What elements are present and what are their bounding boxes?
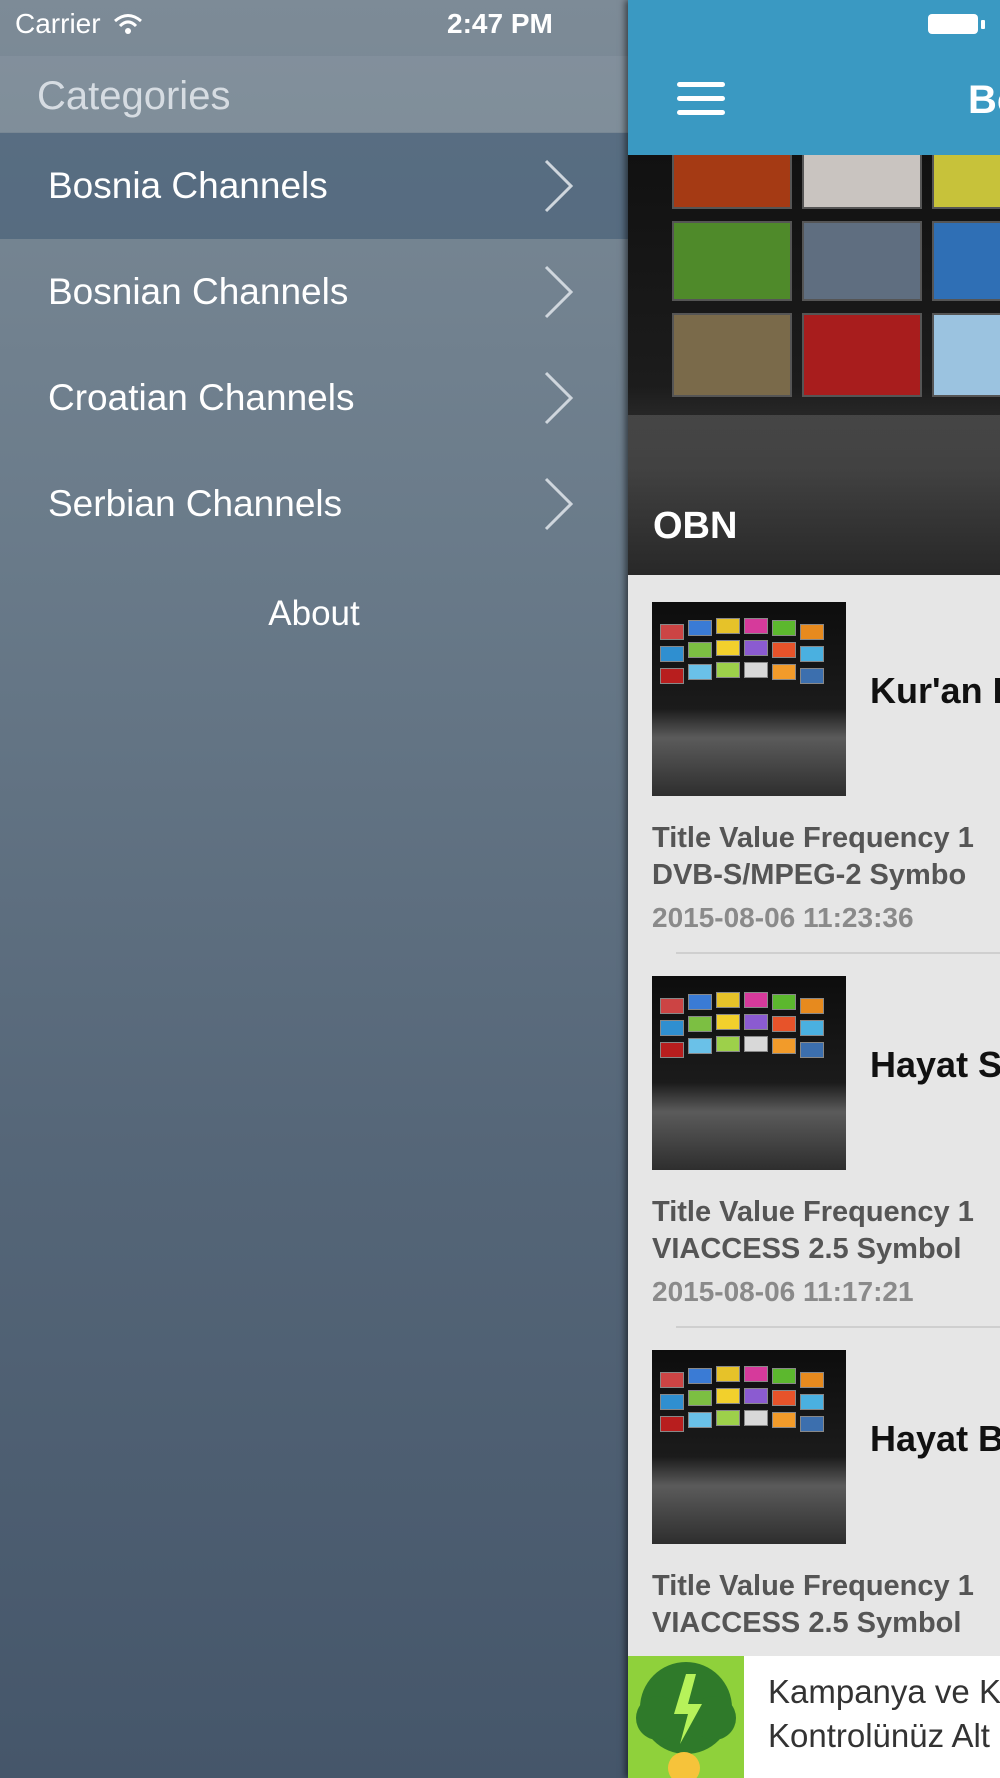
channel-description-line: VIACCESS 2.5 Symbol: [652, 1233, 962, 1265]
ad-banner[interactable]: Kampanya ve K Kontrolünüz Alt: [628, 1656, 1000, 1778]
wifi-icon: [113, 14, 142, 34]
battery-tip: [981, 20, 985, 29]
channel-date: 2015-08-06 11:23:36: [652, 902, 914, 933]
channel-card[interactable]: Hayat S Title Value Frequency 1 VIACCESS…: [628, 952, 1000, 1328]
status-carrier: Carrier: [15, 8, 143, 40]
status-time: 2:47 PM: [447, 8, 553, 39]
navigation-bar: Bo: [628, 0, 1000, 155]
menu-item-label: Bosnian Channels: [48, 271, 349, 312]
hero-tile: [672, 221, 792, 301]
nav-title: Bo: [968, 78, 1000, 122]
hero-tile: [932, 221, 1000, 301]
menu-item-bosnian-channels[interactable]: Bosnian Channels: [0, 239, 628, 345]
hero-tile: [932, 313, 1000, 397]
menu-item-label: Croatian Channels: [48, 377, 355, 418]
channel-description-line: Title Value Frequency 1: [652, 1196, 974, 1228]
chevron-right-icon: [544, 265, 574, 319]
menu-item-label: Bosnia Channels: [48, 165, 328, 206]
ad-logo-icon: [628, 1656, 744, 1778]
hero-tile: [802, 221, 922, 301]
channel-description-line: Title Value Frequency 1: [652, 1570, 974, 1602]
menu-item-label: Serbian Channels: [48, 483, 343, 524]
hero-floor: [628, 415, 1000, 575]
channel-thumbnail: [652, 1350, 846, 1544]
battery-icon: [928, 14, 978, 34]
chevron-right-icon: [544, 371, 574, 425]
channel-description-line: DVB-S/MPEG-2 Symbo: [652, 859, 967, 891]
channel-description-line: Title Value Frequency 1: [652, 822, 974, 854]
channel-title: Kur'an K: [870, 670, 1000, 711]
chevron-right-icon: [544, 477, 574, 531]
channel-card[interactable]: Kur'an K Title Value Frequency 1 DVB-S/M…: [628, 578, 1000, 954]
hero-tile: [802, 313, 922, 397]
hamburger-icon[interactable]: [677, 82, 725, 122]
channel-title: Hayat S: [870, 1044, 1000, 1085]
menu-item-bosnia-channels[interactable]: Bosnia Channels: [0, 133, 628, 239]
channel-thumbnail: [652, 602, 846, 796]
ad-text-line: Kontrolünüz Alt: [768, 1717, 990, 1754]
about-link[interactable]: About: [0, 594, 628, 634]
ad-text: Kampanya ve K Kontrolünüz Alt: [768, 1670, 1000, 1758]
hero-tile: [932, 155, 1000, 209]
chevron-right-icon: [544, 159, 574, 213]
menu-item-serbian-channels[interactable]: Serbian Channels: [0, 451, 628, 557]
channel-description: Title Value Frequency 1 VIACCESS 2.5 Sym…: [652, 1194, 974, 1268]
ad-text-line: Kampanya ve K: [768, 1673, 1000, 1710]
channel-card[interactable]: Hayat B Title Value Frequency 1 VIACCESS…: [628, 1326, 1000, 1700]
hero-banner[interactable]: OBN: [628, 155, 1000, 575]
hero-label: OBN: [653, 505, 738, 547]
hero-tile: [672, 313, 792, 397]
channel-description: Title Value Frequency 1 VIACCESS 2.5 Sym…: [652, 1568, 974, 1642]
channel-description: Title Value Frequency 1 DVB-S/MPEG-2 Sym…: [652, 820, 974, 894]
hero-tile: [802, 155, 922, 209]
main-panel: Bo OBN: [628, 0, 1000, 1778]
carrier-label: Carrier: [15, 8, 101, 39]
channel-title: Hayat B: [870, 1418, 1000, 1459]
channel-description-line: VIACCESS 2.5 Symbol: [652, 1607, 962, 1639]
drawer-header: Categories: [0, 56, 628, 132]
channel-date: 2015-08-06 11:17:21: [652, 1276, 914, 1307]
drawer-title: Categories: [37, 74, 231, 118]
hero-tile: [672, 155, 792, 209]
side-drawer: Carrier 2:47 PM Categories Bosnia Channe…: [0, 0, 628, 1778]
channel-thumbnail: [652, 976, 846, 1170]
menu-item-croatian-channels[interactable]: Croatian Channels: [0, 345, 628, 451]
